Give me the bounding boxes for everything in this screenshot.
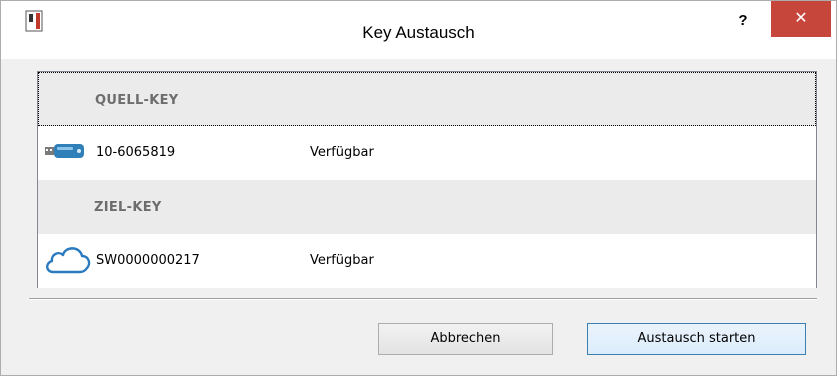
source-key-row[interactable]: 10-6065819 Verfügbar — [38, 126, 816, 180]
key-list[interactable]: QUELL-KEY 10-6065819 Verfügbar ZIEL-KEY … — [37, 71, 817, 288]
start-exchange-button[interactable]: Austausch starten — [587, 323, 806, 355]
close-button[interactable]: ✕ — [771, 1, 831, 37]
cancel-button[interactable]: Abbrechen — [378, 323, 553, 355]
source-key-header-row[interactable]: QUELL-KEY — [38, 72, 816, 126]
window-title: Key Austausch — [362, 23, 475, 42]
source-key-header: QUELL-KEY — [95, 93, 179, 108]
key-exchange-dialog: Key Austausch ? ✕ QUELL-KEY 10-6065819 V… — [0, 0, 837, 376]
source-key-status: Verfügbar — [310, 145, 374, 160]
separator-highlight — [29, 299, 817, 300]
title-bar: Key Austausch ? ✕ — [1, 1, 836, 59]
target-key-id: SW0000000217 — [96, 253, 200, 268]
source-key-id: 10-6065819 — [96, 145, 176, 160]
target-key-status: Verfügbar — [310, 253, 374, 268]
cloud-icon — [46, 247, 91, 274]
usb-dongle-icon — [45, 144, 84, 158]
target-key-row[interactable]: SW0000000217 Verfügbar — [38, 234, 816, 288]
target-key-header-row[interactable]: ZIEL-KEY — [38, 180, 816, 234]
help-button[interactable]: ? — [733, 11, 753, 31]
target-key-header: ZIEL-KEY — [94, 200, 162, 215]
